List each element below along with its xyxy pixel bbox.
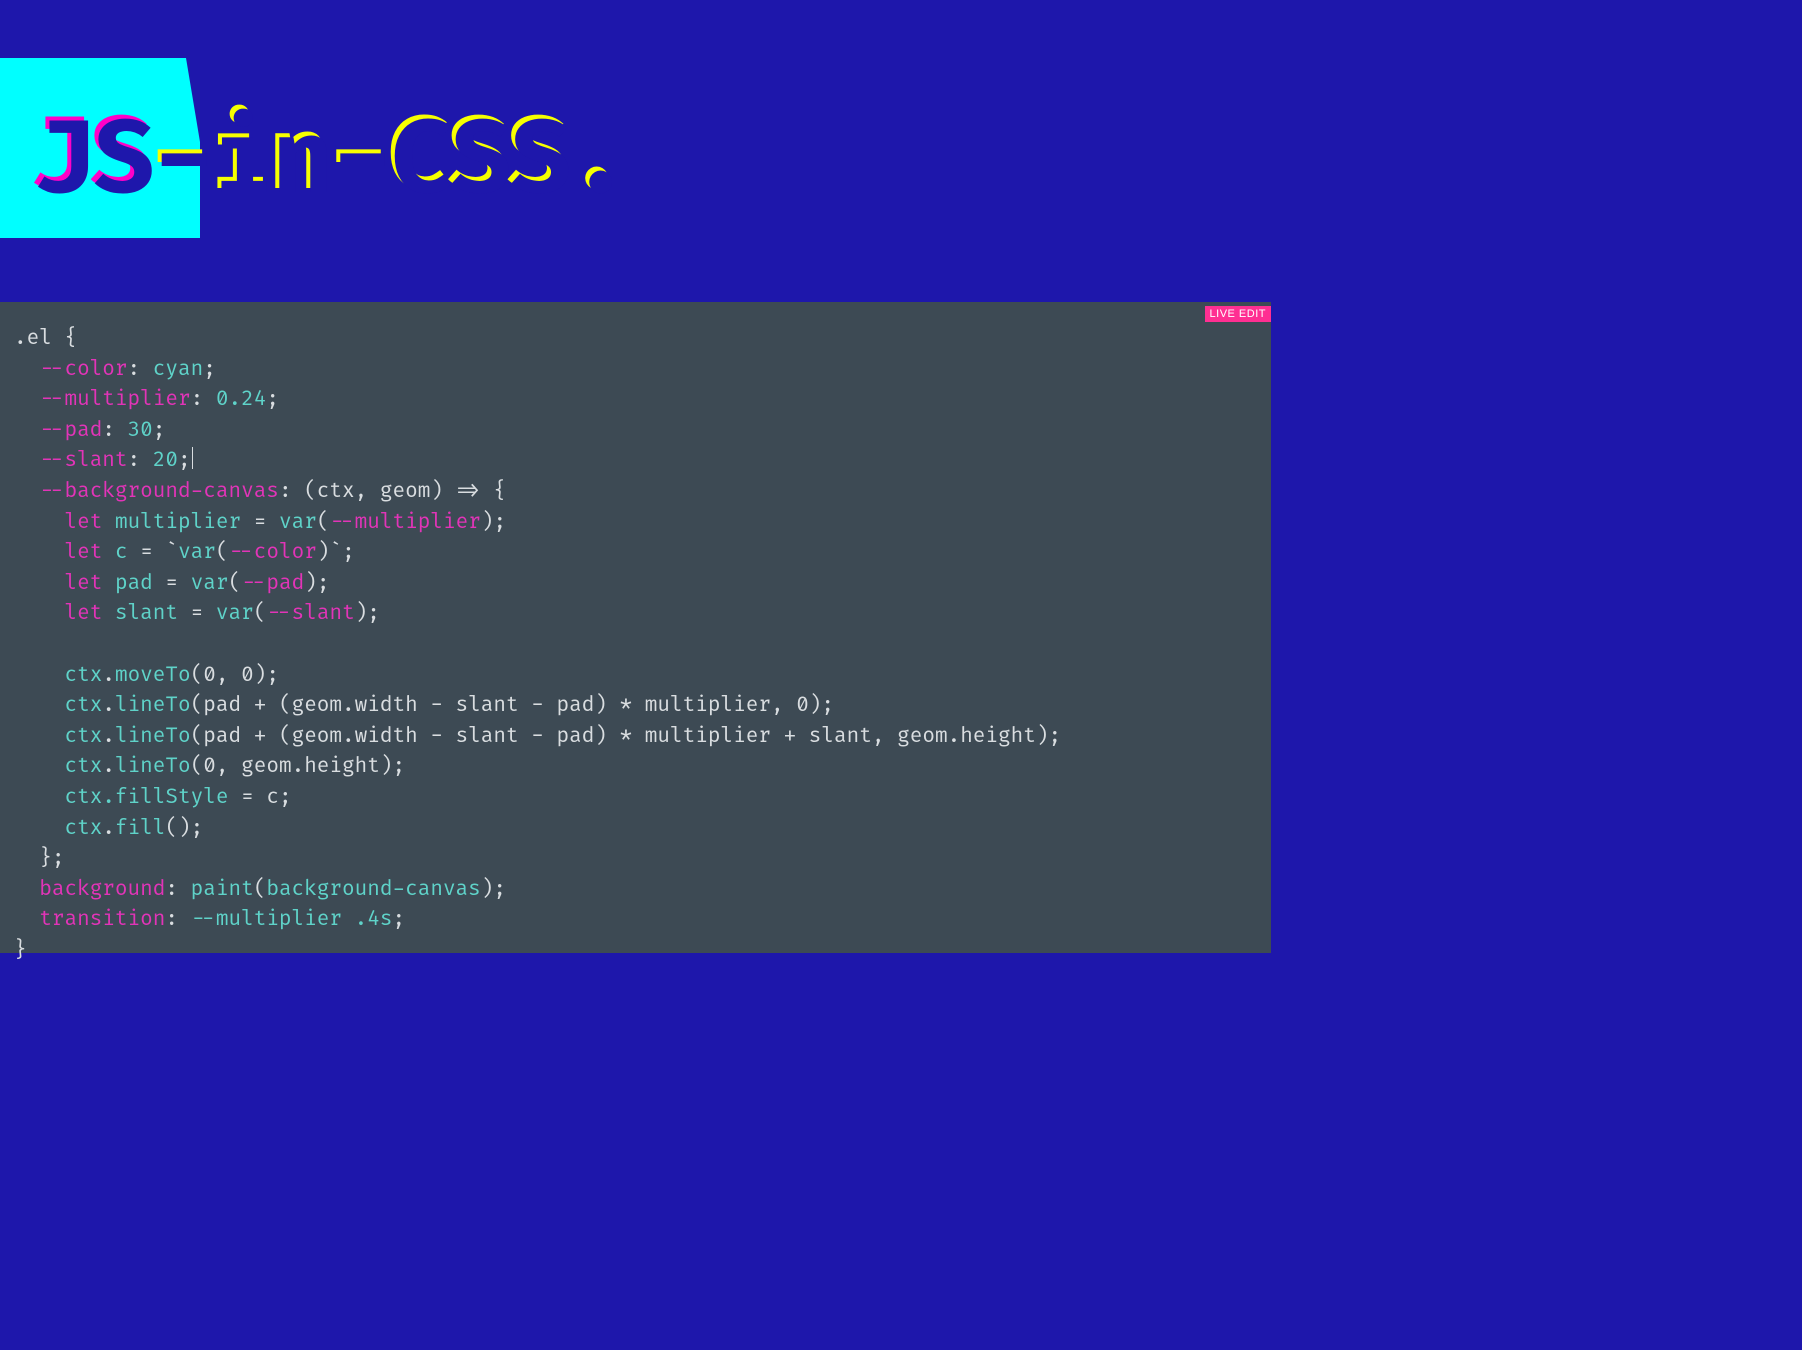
css-custom-prop: --multiplier [39,387,190,412]
css-custom-prop: --pad [39,418,102,443]
code-content[interactable]: .el { --color: cyan; --multiplier: 0.24;… [14,324,1061,966]
text-caret [192,447,193,469]
css-property: background [39,877,165,902]
code-editor-panel[interactable]: LIVE EDIT .el { --color: cyan; --multipl… [0,302,1271,953]
slide-title: JS-in-CSS. JS-in-CSS. [30,96,625,219]
hero-panel: JS-in-CSS. JS-in-CSS. [0,0,1271,302]
css-custom-prop: --background-canvas [39,479,279,504]
css-custom-prop: --slant [39,448,127,473]
css-custom-prop: --color [39,357,127,382]
live-edit-badge: LIVE EDIT [1205,306,1271,322]
code-line: .el { [14,326,77,351]
title-shadow: JS-in-CSS. [34,100,629,223]
css-property: transition [39,907,165,932]
